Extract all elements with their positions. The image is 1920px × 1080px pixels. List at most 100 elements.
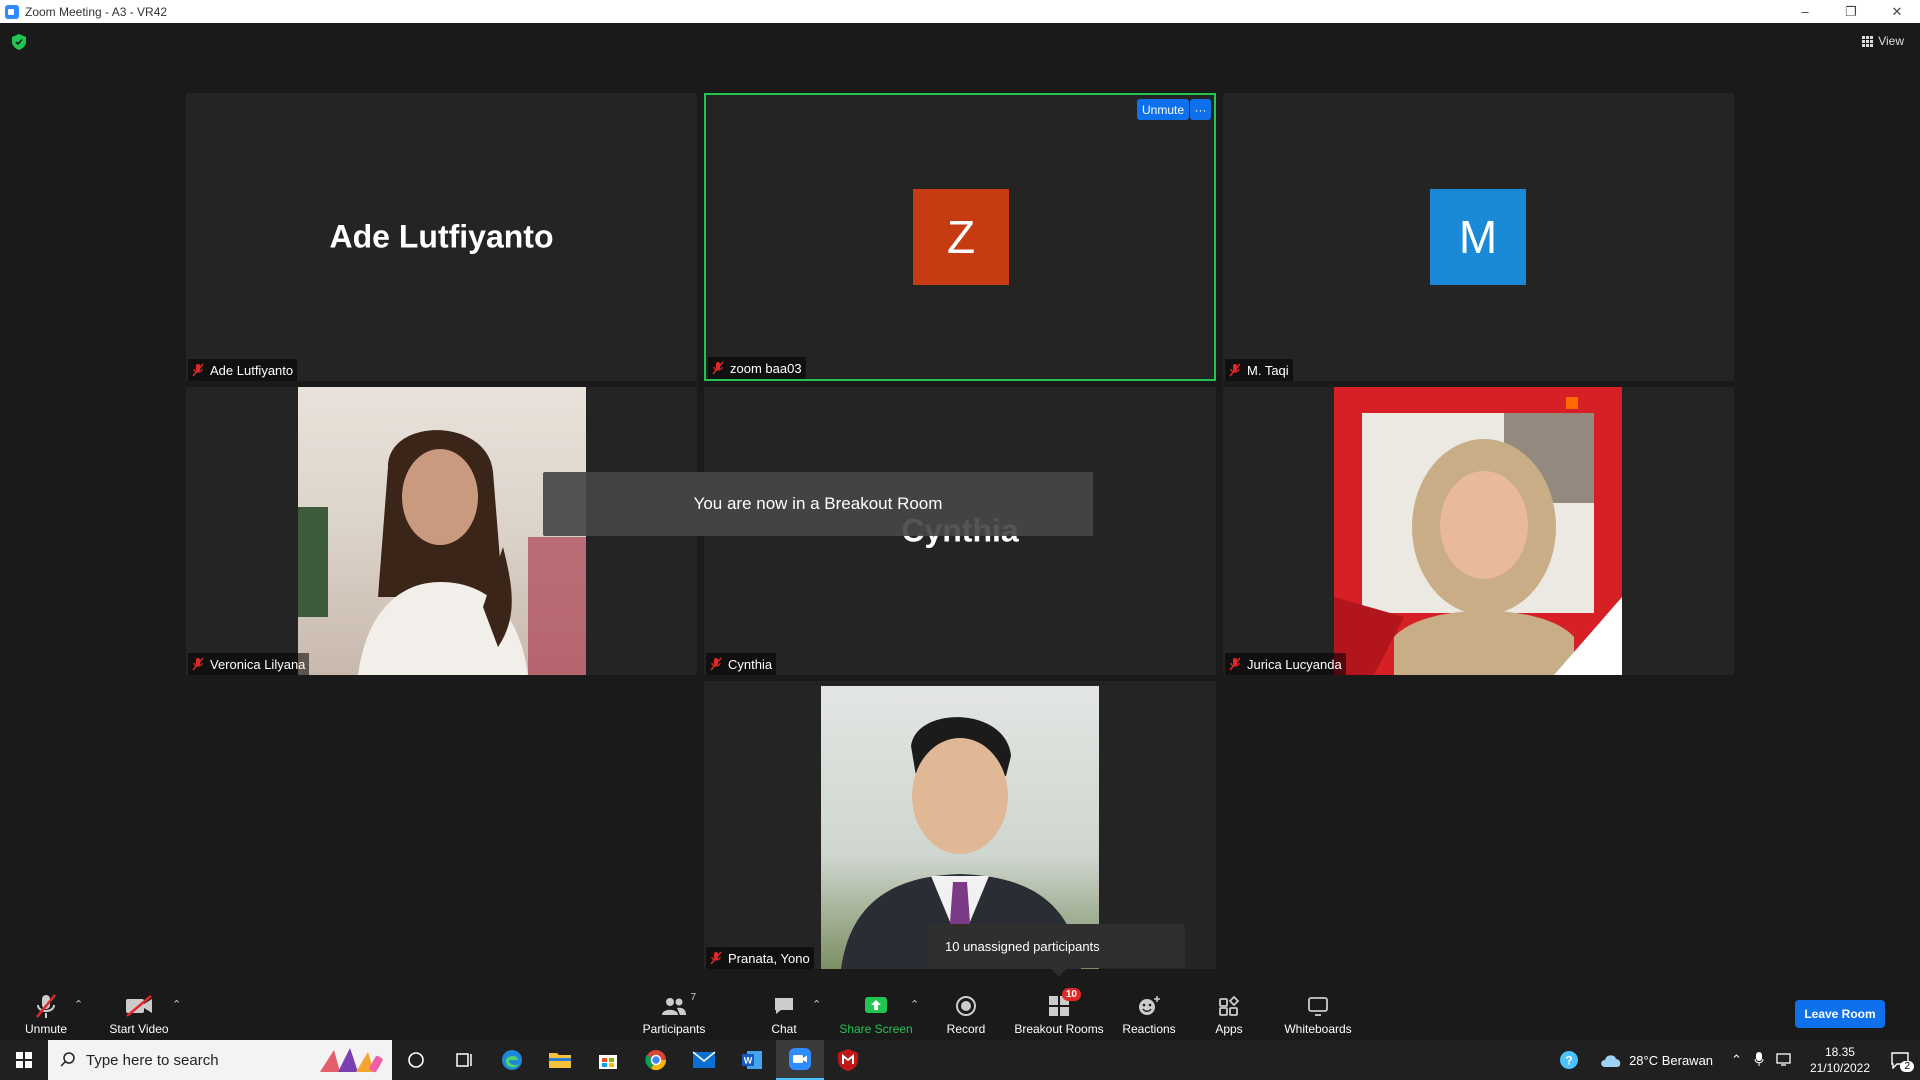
share-options-chevron-icon[interactable]: ⌃ <box>910 998 919 1011</box>
taskbar-search-box[interactable]: Type here to search <box>48 1040 392 1080</box>
search-highlight-icon <box>314 1044 386 1076</box>
apps-label: Apps <box>1215 1022 1243 1036</box>
zoom-app[interactable] <box>776 1040 824 1080</box>
encryption-shield-icon[interactable] <box>12 34 26 50</box>
participant-nameplate: Pranata, Yono <box>706 947 814 969</box>
reactions-label: Reactions <box>1122 1022 1176 1036</box>
muted-mic-icon <box>1229 363 1241 377</box>
reactions-button[interactable]: Reactions <box>1122 980 1176 1040</box>
microphone-tray-icon[interactable] <box>1754 1051 1764 1070</box>
unmute-participant-button[interactable]: Unmute <box>1137 99 1190 120</box>
zoom-icon <box>789 1048 811 1070</box>
profile-photo <box>1334 387 1622 675</box>
video-tile-m-taqi[interactable]: M M. Taqi <box>1223 93 1734 381</box>
grid-view-icon <box>1862 35 1874 47</box>
cortana-button[interactable] <box>392 1040 440 1080</box>
muted-mic-icon <box>192 657 204 671</box>
muted-mic-icon <box>710 657 722 671</box>
whiteboards-button[interactable]: Whiteboards <box>1282 980 1354 1040</box>
chrome-icon <box>645 1050 667 1071</box>
window-title: Zoom Meeting - A3 - VR42 <box>25 4 168 19</box>
start-button[interactable] <box>0 1040 48 1080</box>
participant-nameplate: Veronica Lilyana <box>188 653 310 675</box>
unassigned-participants-tooltip: 10 unassigned participants <box>929 924 1185 968</box>
folder-icon <box>549 1053 571 1068</box>
apps-icon <box>1215 992 1243 1020</box>
store-app[interactable] <box>584 1040 632 1080</box>
cloud-icon <box>1601 1055 1621 1067</box>
view-label: View <box>1878 34 1904 48</box>
mcafee-shield-icon <box>838 1049 858 1071</box>
leave-room-button[interactable]: Leave Room <box>1795 1000 1885 1028</box>
record-icon <box>952 992 980 1020</box>
video-tile-ade[interactable]: Ade Lutfiyanto Ade Lutfiyanto <box>186 93 697 381</box>
word-icon: W <box>742 1051 762 1069</box>
chrome-app[interactable] <box>632 1040 680 1080</box>
breakout-room-banner: You are now in a Breakout Room <box>543 472 1093 536</box>
store-icon <box>599 1055 617 1069</box>
record-button[interactable]: Record <box>944 980 988 1040</box>
video-tile-zoom-baa03[interactable]: Z Unmute ··· zoom baa03 <box>704 93 1216 381</box>
word-app[interactable]: W <box>728 1040 776 1080</box>
start-video-button[interactable]: Start Video <box>104 980 174 1040</box>
muted-mic-icon <box>32 992 60 1020</box>
search-placeholder: Type here to search <box>86 1051 219 1069</box>
muted-mic-icon <box>192 363 204 377</box>
title-bar: Zoom Meeting - A3 - VR42 – ❐ ✕ <box>0 0 1920 23</box>
whiteboards-label: Whiteboards <box>1284 1022 1352 1036</box>
smiley-plus-icon <box>1135 992 1163 1020</box>
chat-options-chevron-icon[interactable]: ⌃ <box>812 998 821 1011</box>
windows-logo-icon <box>16 1052 32 1068</box>
minimize-button[interactable]: – <box>1782 0 1828 23</box>
mail-app[interactable] <box>680 1040 728 1080</box>
participant-nameplate: Cynthia <box>706 653 777 675</box>
participant-nameplate: M. Taqi <box>1225 359 1293 381</box>
apps-button[interactable]: Apps <box>1212 980 1246 1040</box>
chat-button[interactable]: Chat <box>766 980 802 1040</box>
participant-name: Veronica Lilyana <box>210 656 306 672</box>
weather-widget[interactable]: 28°C Berawan <box>1599 1051 1713 1069</box>
network-icon[interactable] <box>1776 1051 1794 1070</box>
share-screen-button[interactable]: Share Screen <box>839 980 913 1040</box>
restore-button[interactable]: ❐ <box>1828 0 1874 23</box>
svg-text:?: ? <box>1565 1054 1572 1068</box>
task-view-icon <box>456 1053 472 1067</box>
zoom-app-icon <box>5 4 19 19</box>
clock-date: 21/10/2022 <box>1809 1061 1870 1075</box>
action-center-button[interactable]: 2 <box>1880 1040 1920 1080</box>
window-controls: – ❐ ✕ <box>1782 0 1920 23</box>
participant-name: M. Taqi <box>1247 362 1289 378</box>
file-explorer-app[interactable] <box>536 1040 584 1080</box>
whiteboard-icon <box>1304 992 1332 1020</box>
breakout-rooms-label: Breakout Rooms <box>1014 1022 1104 1036</box>
participants-button[interactable]: 7 Participants <box>636 980 712 1040</box>
video-options-chevron-icon[interactable]: ⌃ <box>172 998 181 1011</box>
show-hidden-icons-chevron-icon[interactable]: ⌃ <box>1731 1052 1742 1068</box>
task-view-button[interactable] <box>440 1040 488 1080</box>
avatar: Z <box>913 189 1009 285</box>
avatar: M <box>1430 189 1526 285</box>
breakout-rooms-button[interactable]: 10 Breakout Rooms <box>1014 980 1104 1040</box>
system-clock[interactable]: 18.35 21/10/2022 <box>1810 1044 1870 1076</box>
participant-name: Ade Lutfiyanto <box>210 362 294 378</box>
video-off-icon <box>125 992 153 1020</box>
unmute-button[interactable]: Unmute <box>18 980 74 1040</box>
edge-app[interactable] <box>488 1040 536 1080</box>
audio-options-chevron-icon[interactable]: ⌃ <box>74 998 83 1011</box>
close-button[interactable]: ✕ <box>1874 0 1920 23</box>
windows-taskbar: Type here to search W ? 28°C Berawan ⌃ 1… <box>0 1040 1920 1080</box>
zoom-meeting-window: Zoom Meeting - A3 - VR42 – ❐ ✕ View Ade … <box>0 0 1920 1080</box>
clock-time: 18.35 <box>1824 1045 1855 1059</box>
participant-display-name: Ade Lutfiyanto <box>329 218 554 255</box>
help-icon: ? <box>1560 1051 1579 1069</box>
video-tile-jurica[interactable]: Jurica Lucyanda <box>1223 387 1734 675</box>
participant-name: Jurica Lucyanda <box>1247 656 1342 672</box>
participants-count: 7 <box>690 992 696 1003</box>
help-tray-button[interactable]: ? <box>1551 1040 1587 1080</box>
start-video-label: Start Video <box>109 1022 169 1036</box>
avatar-letter: M <box>1458 211 1498 263</box>
more-options-button[interactable]: ··· <box>1190 99 1211 120</box>
breakout-rooms-badge: 10 <box>1061 988 1081 1001</box>
view-button[interactable]: View <box>1862 34 1904 48</box>
mcafee-app[interactable] <box>824 1040 872 1080</box>
